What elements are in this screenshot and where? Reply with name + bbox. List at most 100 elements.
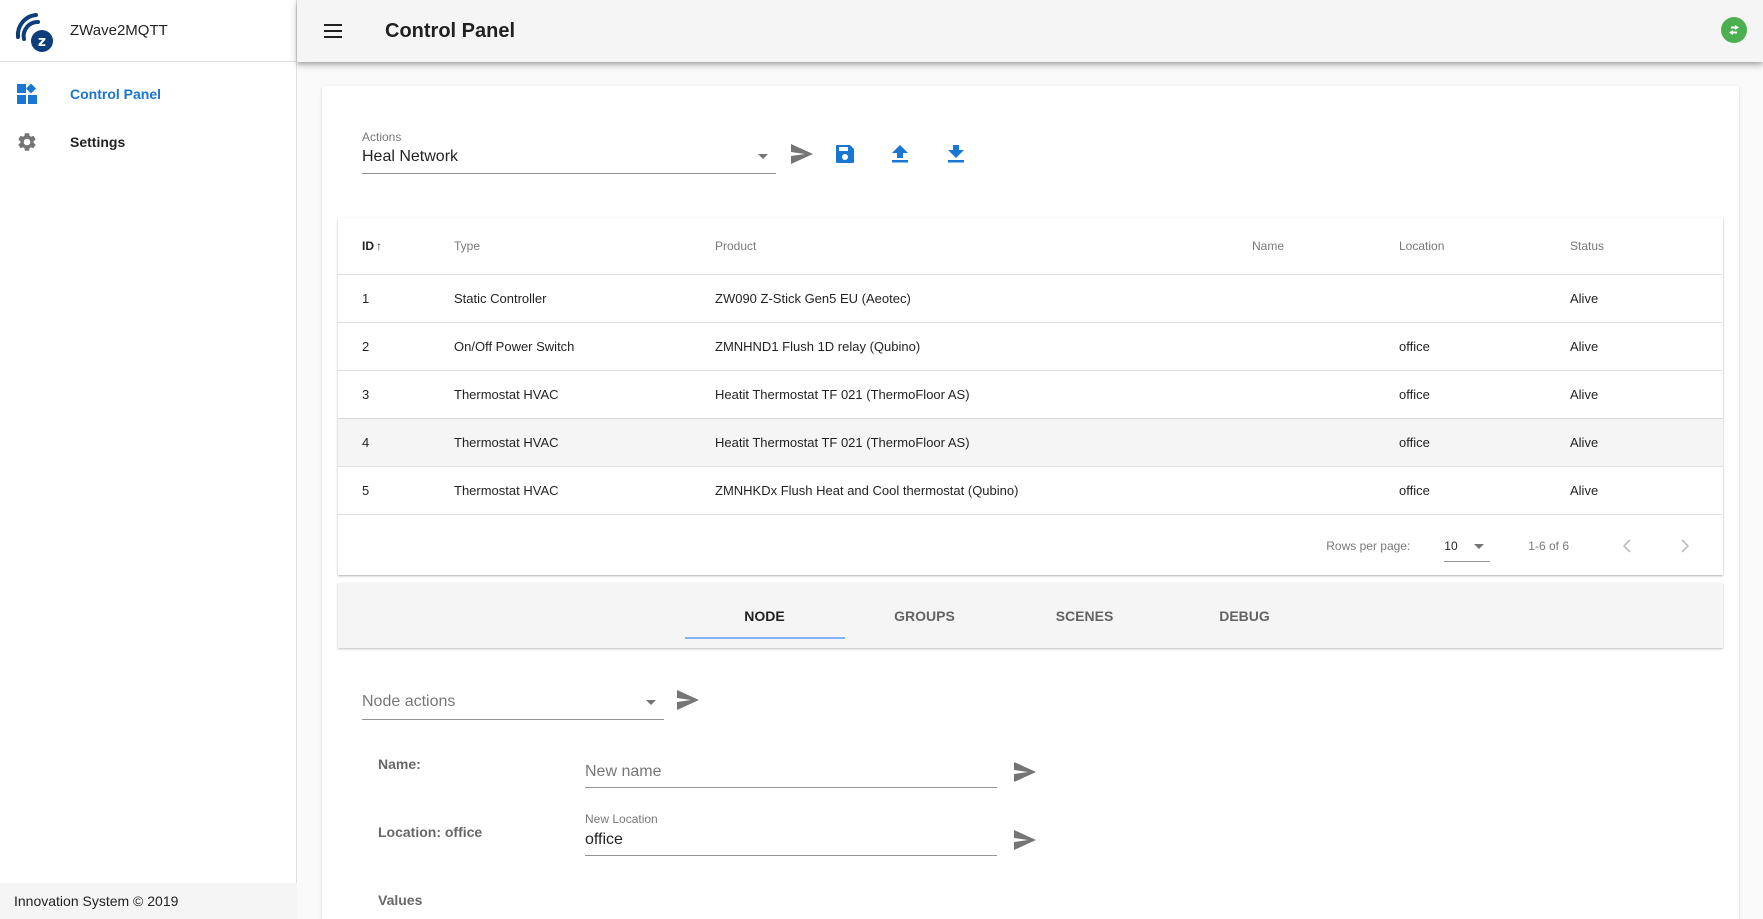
rows-per-page-value: 10 bbox=[1444, 538, 1458, 553]
chevron-down-icon bbox=[758, 154, 768, 159]
cell-status: Alive bbox=[1570, 466, 1723, 515]
send-icon bbox=[1014, 830, 1036, 850]
previous-page-button[interactable] bbox=[1607, 526, 1647, 566]
gear-icon bbox=[15, 130, 39, 154]
cell-type: On/Off Power Switch bbox=[454, 322, 715, 371]
arrow-up-icon: ↑ bbox=[376, 238, 382, 253]
send-action-button[interactable] bbox=[782, 134, 822, 174]
cell-name bbox=[1252, 466, 1399, 515]
column-header-location[interactable]: Location bbox=[1399, 218, 1570, 275]
chevron-down-icon bbox=[1474, 544, 1485, 549]
cell-location: office bbox=[1399, 370, 1570, 419]
brand: z ZWave2MQTT bbox=[0, 0, 296, 62]
send-location-button[interactable] bbox=[1005, 820, 1045, 860]
tab-groups[interactable]: GROUPS bbox=[845, 583, 1005, 648]
send-icon bbox=[791, 144, 813, 164]
table-row[interactable]: 4 Thermostat HVAC Heatit Thermostat TF 0… bbox=[338, 418, 1723, 467]
cell-id: 5 bbox=[338, 466, 454, 515]
rows-per-page-select[interactable]: 10 bbox=[1444, 530, 1491, 562]
download-icon bbox=[948, 145, 964, 163]
cell-name bbox=[1252, 322, 1399, 371]
cell-id: 2 bbox=[338, 322, 454, 371]
table-row[interactable]: 3 Thermostat HVAC Heatit Thermostat TF 0… bbox=[338, 370, 1723, 419]
menu-button[interactable] bbox=[309, 7, 357, 55]
cell-type: Thermostat HVAC bbox=[454, 370, 715, 419]
cell-product: ZW090 Z-Stick Gen5 EU (Aeotec) bbox=[715, 274, 1252, 323]
actions-selected-value: Heal Network bbox=[362, 148, 459, 165]
actions-label: Actions bbox=[362, 130, 402, 144]
zwave-logo-icon: z bbox=[15, 12, 53, 52]
footer-copyright: Innovation System © 2019 bbox=[0, 883, 297, 919]
cell-status: Alive bbox=[1570, 370, 1723, 419]
column-header-id[interactable]: ID ↑ bbox=[338, 218, 454, 275]
upload-icon bbox=[892, 145, 908, 163]
sidebar-item-label: Control Panel bbox=[70, 86, 162, 102]
chevron-down-icon bbox=[646, 700, 656, 705]
actions-select[interactable]: Actions Heal Network bbox=[362, 130, 776, 174]
sidebar-item-label: Settings bbox=[70, 134, 126, 150]
new-name-field[interactable] bbox=[585, 744, 997, 788]
column-header-status[interactable]: Status bbox=[1570, 218, 1723, 275]
cell-id: 4 bbox=[338, 418, 454, 467]
table-pagination: Rows per page: 10 1-6 of 6 bbox=[338, 517, 1723, 575]
swap-horizontal-icon bbox=[1729, 25, 1739, 35]
cell-location: office bbox=[1399, 322, 1570, 371]
new-location-input[interactable] bbox=[585, 831, 997, 849]
cell-type: Static Controller bbox=[454, 274, 715, 323]
save-button[interactable] bbox=[825, 134, 865, 174]
cell-status: Alive bbox=[1570, 322, 1723, 371]
cell-location: office bbox=[1399, 466, 1570, 515]
connection-status-button[interactable] bbox=[1721, 17, 1747, 43]
node-actions-placeholder: Node actions bbox=[362, 693, 456, 710]
node-actions-select[interactable]: Node actions bbox=[362, 680, 664, 720]
save-icon bbox=[836, 145, 854, 163]
cell-type: Thermostat HVAC bbox=[454, 466, 715, 515]
node-detail-tabs: NODE GROUPS SCENES DEBUG bbox=[338, 583, 1723, 648]
send-icon bbox=[1014, 762, 1036, 782]
page-title: Control Panel bbox=[385, 19, 516, 42]
control-panel-card: Actions Heal Network ID ↑ Type Product N… bbox=[322, 86, 1739, 919]
table-row[interactable]: 1 Static Controller ZW090 Z-Stick Gen5 E… bbox=[338, 274, 1723, 323]
page-range: 1-6 of 6 bbox=[1528, 539, 1569, 553]
hamburger-menu-icon bbox=[324, 24, 342, 38]
chevron-right-icon bbox=[1681, 539, 1690, 553]
name-label: Name: bbox=[378, 756, 421, 772]
cell-id: 3 bbox=[338, 370, 454, 419]
tab-scenes[interactable]: SCENES bbox=[1005, 583, 1165, 648]
new-location-field[interactable]: New Location bbox=[585, 812, 997, 856]
upload-button[interactable] bbox=[880, 134, 920, 174]
column-header-name[interactable]: Name bbox=[1252, 218, 1399, 275]
table-header-row: ID ↑ Type Product Name Location Status bbox=[338, 218, 1723, 275]
sidebar-item-settings[interactable]: Settings bbox=[0, 118, 296, 166]
svg-text:z: z bbox=[38, 34, 46, 50]
values-label: Values bbox=[378, 892, 423, 908]
table-row[interactable]: 5 Thermostat HVAC ZMNHKDx Flush Heat and… bbox=[338, 466, 1723, 515]
sidebar-item-control-panel[interactable]: Control Panel bbox=[0, 70, 296, 118]
cell-name bbox=[1252, 418, 1399, 467]
nodes-table: ID ↑ Type Product Name Location Status 1 … bbox=[338, 218, 1723, 575]
cell-product: Heatit Thermostat TF 021 (ThermoFloor AS… bbox=[715, 418, 1252, 467]
tab-node[interactable]: NODE bbox=[684, 583, 845, 648]
new-name-input[interactable] bbox=[585, 763, 997, 781]
cell-name bbox=[1252, 370, 1399, 419]
actions-toolbar: Actions Heal Network bbox=[362, 130, 976, 174]
tab-debug[interactable]: DEBUG bbox=[1165, 583, 1325, 648]
cell-status: Alive bbox=[1570, 418, 1723, 467]
column-header-type[interactable]: Type bbox=[454, 218, 715, 275]
download-button[interactable] bbox=[936, 134, 976, 174]
send-name-button[interactable] bbox=[1005, 752, 1045, 792]
cell-name bbox=[1252, 274, 1399, 323]
rows-per-page-label: Rows per page: bbox=[1326, 539, 1411, 553]
dashboard-icon bbox=[15, 82, 39, 106]
sidebar-nav: Control Panel Settings bbox=[0, 62, 296, 166]
next-page-button[interactable] bbox=[1665, 526, 1705, 566]
cell-product: ZMNHKDx Flush Heat and Cool thermostat (… bbox=[715, 466, 1252, 515]
chevron-left-icon bbox=[1622, 539, 1631, 553]
table-row[interactable]: 2 On/Off Power Switch ZMNHND1 Flush 1D r… bbox=[338, 322, 1723, 371]
column-header-product[interactable]: Product bbox=[715, 218, 1252, 275]
node-actions-row: Node actions bbox=[362, 680, 708, 720]
send-icon bbox=[677, 690, 699, 710]
send-node-action-button[interactable] bbox=[668, 680, 708, 720]
cell-location: office bbox=[1399, 418, 1570, 467]
cell-product: Heatit Thermostat TF 021 (ThermoFloor AS… bbox=[715, 370, 1252, 419]
